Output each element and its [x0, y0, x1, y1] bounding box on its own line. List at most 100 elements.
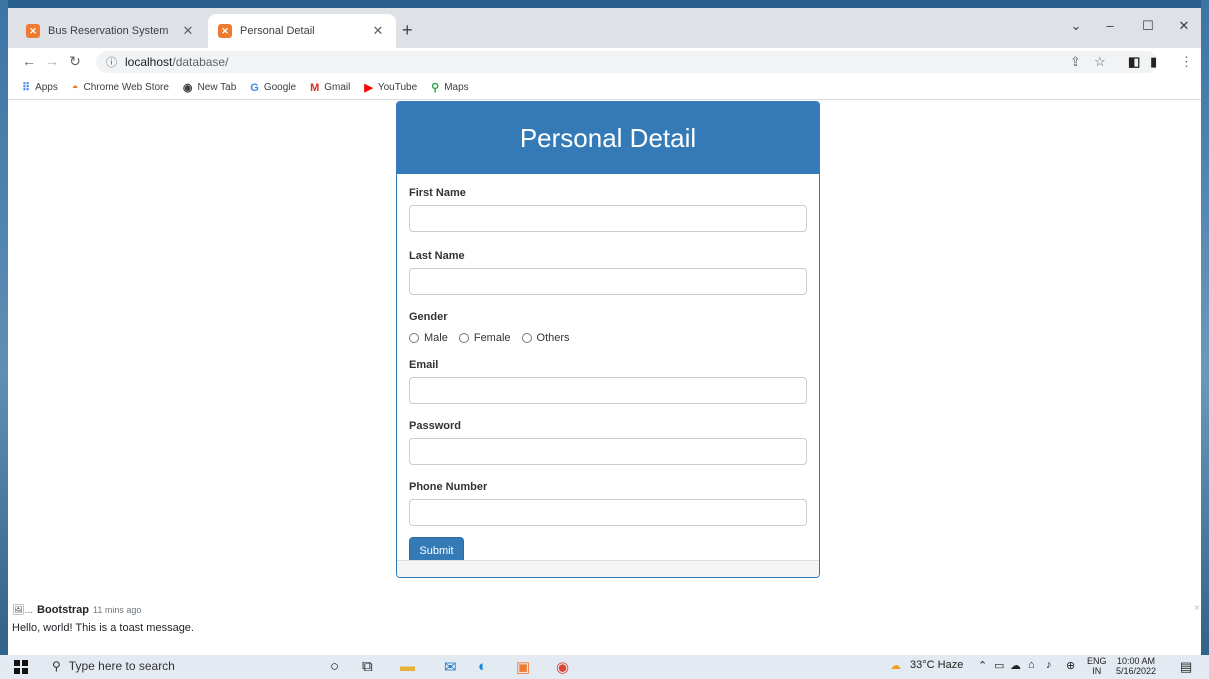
reload-icon[interactable]: ↻: [66, 53, 84, 70]
personal-detail-panel: Personal Detail First Name Last Name Gen…: [396, 101, 820, 578]
address-host: localhost: [125, 55, 173, 69]
bookmark-gmail[interactable]: M Gmail: [310, 82, 350, 94]
clock-date: 5/16/2022: [1116, 666, 1157, 676]
password-label: Password: [409, 420, 461, 432]
tab-search-chevron-icon[interactable]: ⌄: [1066, 18, 1086, 34]
gender-female-label[interactable]: Female: [474, 332, 511, 344]
task-view-icon[interactable]: ⧉: [362, 658, 373, 675]
minimize-icon[interactable]: –: [1100, 18, 1120, 33]
battery-icon[interactable]: ▭: [994, 659, 1004, 672]
onedrive-icon[interactable]: ☁: [1010, 659, 1021, 672]
chrome-icon[interactable]: ◉: [556, 658, 569, 676]
back-arrow-icon[interactable]: ←: [20, 53, 38, 69]
toast-title: Bootstrap: [37, 604, 89, 616]
gender-female-radio[interactable]: [458, 333, 469, 343]
bookmark-label: Gmail: [324, 82, 351, 93]
gender-male-label[interactable]: Male: [424, 332, 448, 344]
gender-radio-row: Male Female Others: [409, 331, 807, 345]
new-tab-plus-icon[interactable]: +: [402, 21, 413, 39]
taskbar-search-placeholder: Type here to search: [68, 659, 175, 673]
bookmark-star-icon[interactable]: ☆: [1094, 54, 1106, 70]
bookmark-label: Apps: [35, 82, 58, 93]
new-tab-icon: ◉: [182, 82, 193, 94]
maximize-icon[interactable]: ☐: [1138, 18, 1158, 34]
apps-grid-icon: ⠿: [22, 82, 31, 94]
file-explorer-icon[interactable]: ▬: [400, 658, 415, 675]
last-name-input[interactable]: [409, 268, 807, 295]
info-icon[interactable]: ⓘ: [106, 54, 117, 70]
side-panel-icon[interactable]: ◧: [1128, 54, 1140, 70]
gender-group: Gender Male Female Others: [409, 310, 807, 345]
phone-input[interactable]: [409, 499, 807, 526]
bookmark-label: New Tab: [197, 82, 237, 93]
password-input[interactable]: [409, 438, 807, 465]
language-globe-icon[interactable]: ⊕: [1066, 659, 1075, 672]
clock-time: 10:00 AM: [1117, 656, 1156, 666]
bookmark-google[interactable]: G Google: [250, 82, 296, 94]
close-icon[interactable]: ✕: [370, 23, 386, 39]
tab-label: Personal Detail: [240, 25, 315, 37]
toast-close-icon[interactable]: ×: [1194, 603, 1200, 614]
input-language[interactable]: ENG IN: [1087, 656, 1107, 676]
language-code: ENG: [1087, 656, 1107, 666]
tab-personal-detail[interactable]: ✕ Personal Detail ✕: [208, 14, 396, 48]
extension-icon[interactable]: ▮: [1150, 54, 1157, 70]
password-group: Password: [409, 419, 807, 465]
toast-header: 🖼... Bootstrap 11 mins ago: [12, 603, 194, 617]
bookmark-maps[interactable]: ⚲ Maps: [431, 81, 469, 94]
toast-image-alt: ...: [24, 604, 34, 616]
weather-text[interactable]: 33°C Haze: [910, 659, 963, 671]
tab-label: Bus Reservation System: [48, 25, 169, 37]
bookmark-label: Maps: [444, 82, 469, 93]
desktop-wallpaper-left: [0, 0, 8, 679]
youtube-icon: ▶: [364, 82, 373, 94]
taskbar-search[interactable]: ⚲ Type here to search: [52, 659, 175, 673]
google-icon: G: [250, 81, 259, 94]
first-name-group: First Name: [409, 186, 807, 232]
cortana-icon[interactable]: ○: [330, 658, 339, 675]
edge-icon[interactable]: ◐: [478, 658, 487, 675]
close-icon[interactable]: ✕: [180, 23, 196, 39]
weather-icon: ☁: [890, 660, 901, 672]
first-name-input[interactable]: [409, 205, 807, 232]
volume-icon[interactable]: ♪: [1046, 659, 1052, 671]
phone-group: Phone Number: [409, 480, 807, 526]
gender-label: Gender: [409, 311, 448, 323]
windows-start-icon[interactable]: [14, 660, 28, 674]
tab-bus-reservation[interactable]: ✕ Bus Reservation System ✕: [16, 14, 206, 48]
desktop-wallpaper-right: [1201, 0, 1209, 679]
system-clock[interactable]: 10:00 AM 5/16/2022: [1116, 656, 1156, 676]
xampp-icon: ✕: [26, 24, 40, 38]
bookmark-label: YouTube: [377, 82, 418, 93]
bookmark-apps[interactable]: ⠿ Apps: [22, 81, 58, 94]
panel-footer: [397, 560, 819, 577]
email-input[interactable]: [409, 377, 807, 404]
bookmark-label: Chrome Web Store: [83, 82, 169, 93]
first-name-label: First Name: [409, 187, 466, 199]
notifications-icon[interactable]: ▤: [1180, 659, 1192, 675]
gender-others-radio[interactable]: [521, 333, 532, 343]
bookmark-new-tab[interactable]: ◉ New Tab: [183, 81, 236, 94]
last-name-group: Last Name: [409, 249, 807, 295]
chevron-up-icon[interactable]: ⌃: [978, 659, 987, 672]
region-code: IN: [1092, 666, 1102, 676]
address-bar[interactable]: ⓘ localhost/database/: [96, 51, 1158, 73]
mail-icon[interactable]: ✉: [444, 658, 457, 676]
network-icon[interactable]: ⌂: [1028, 659, 1035, 671]
page-content: Personal Detail First Name Last Name Gen…: [8, 100, 1201, 655]
phone-label: Phone Number: [409, 481, 488, 493]
tab-strip: ✕ Bus Reservation System ✕ ✕ Personal De…: [8, 8, 1201, 48]
bookmark-label: Google: [263, 82, 297, 93]
xampp-icon[interactable]: ▣: [516, 658, 530, 676]
gender-male-radio[interactable]: [409, 333, 419, 343]
chrome-web-store-icon: ◓: [71, 81, 79, 94]
forward-arrow-icon[interactable]: →: [43, 53, 61, 69]
broken-image-icon: 🖼...: [12, 604, 34, 616]
menu-kebab-icon[interactable]: ⋮: [1180, 54, 1193, 70]
share-icon[interactable]: ⇪: [1070, 54, 1081, 70]
bookmark-youtube[interactable]: ▶ YouTube: [364, 81, 417, 94]
bookmark-chrome-web-store[interactable]: ◓ Chrome Web Store: [72, 82, 169, 94]
window-close-icon[interactable]: ✕: [1174, 18, 1194, 34]
gender-others-label[interactable]: Others: [537, 332, 570, 344]
gmail-icon: M: [310, 81, 320, 94]
